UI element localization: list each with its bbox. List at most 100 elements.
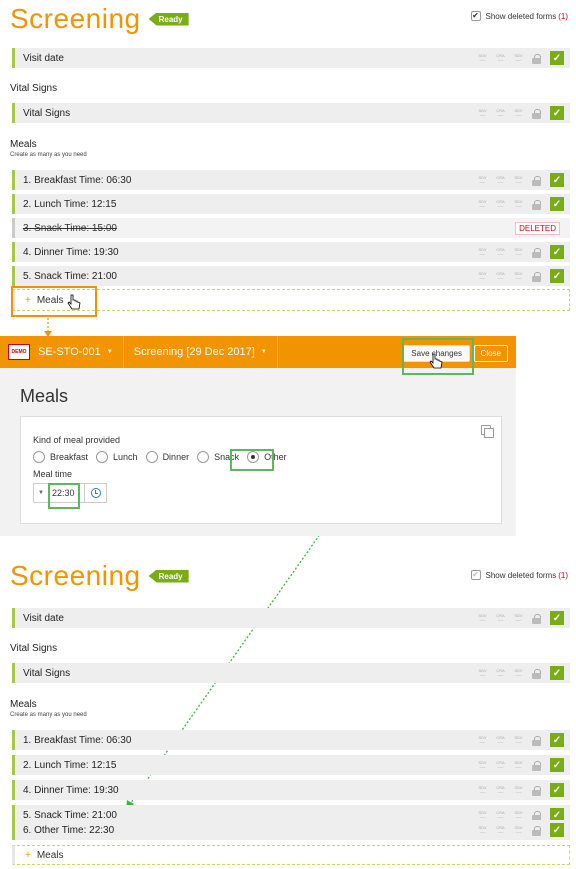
- lock-icon: [532, 810, 541, 821]
- form-row-meal-new[interactable]: 6. Other Time: 22:30 SDV ── CRA ── SDV ── ✓: [12, 820, 570, 840]
- check-icon: ✓: [550, 173, 564, 187]
- radio-circle-selected[interactable]: [247, 451, 260, 463]
- radio-label: Snack: [214, 452, 240, 462]
- lock-icon: [532, 53, 541, 64]
- row-label: 3. Snack Time: 15:00: [23, 222, 117, 234]
- section-vital-signs: Vital Signs: [10, 643, 58, 654]
- form-row-visit-date[interactable]: Visit date SDV ── CRA ── SDV ── ✓: [12, 608, 570, 628]
- radio-lunch[interactable]: Lunch: [96, 451, 138, 463]
- add-meal-row[interactable]: + Meals: [12, 845, 570, 865]
- form-row-meal[interactable]: 1. Breakfast Time: 06:30 SDV ── CRA ── SDV…: [12, 730, 570, 750]
- sdv-icon: SDV ──: [514, 271, 523, 281]
- check-icon: ✓: [550, 611, 564, 625]
- sdv-icon: SDV ──: [514, 825, 523, 835]
- row-label: 6. Other Time: 22:30: [23, 824, 115, 836]
- sdv-icon: SDV ──: [478, 668, 487, 678]
- sdv-icon: SDV ──: [478, 825, 487, 835]
- form-row-meal[interactable]: 4. Dinner Time: 19:30 SDV ── CRA ── SDV ── …: [12, 780, 570, 800]
- sdv-icon: SDV ──: [514, 760, 523, 770]
- top-title-row: Screening Ready: [10, 3, 189, 35]
- form-card: Kind of meal provided Breakfast Lunch Di…: [20, 416, 502, 524]
- show-deleted-label: Show deleted forms: [485, 570, 557, 580]
- plus-icon: +: [25, 294, 31, 306]
- radio-snack[interactable]: Snack: [197, 451, 239, 463]
- show-deleted-checkbox[interactable]: ✔: [470, 570, 481, 580]
- demo-badge: DEMO: [8, 344, 30, 360]
- check-icon: ✓: [550, 106, 564, 120]
- row-label: Vital Signs: [23, 107, 71, 119]
- lock-icon: [532, 271, 541, 282]
- form-row-vital-signs[interactable]: Vital Signs SDV ── CRA ── SDV ── ✓: [12, 103, 570, 123]
- sdv-icon: SDV ──: [514, 199, 523, 209]
- section-meals: Meals: [10, 699, 37, 710]
- cra-icon: CRA ──: [496, 175, 505, 185]
- radio-circle[interactable]: [145, 451, 158, 463]
- sdv-icon: SDV ──: [478, 785, 487, 795]
- sdv-icon: SDV ──: [478, 53, 487, 63]
- section-meals-subtitle: Create as many as you need: [10, 152, 87, 158]
- meal-time-label: Meal time: [33, 469, 73, 479]
- add-meal-row[interactable]: + Meals: [12, 289, 570, 311]
- form-row-meal-deleted[interactable]: 3. Snack Time: 15:00 DELETED: [12, 218, 570, 238]
- row-status-icons: SDV ── CRA ── SDV ── ✓: [478, 106, 564, 120]
- status-badge: Ready: [148, 12, 189, 26]
- check-icon: ✓: [550, 269, 564, 283]
- row-status-icons: SDV ── CRA ── SDV ── ✓: [478, 173, 564, 187]
- row-label: 5. Snack Time: 21:00: [23, 809, 117, 821]
- radio-other[interactable]: Other: [247, 451, 287, 463]
- hand-cursor-icon: [67, 294, 81, 310]
- form-row-meal[interactable]: 5. Snack Time: 21:00 SDV ── CRA ── SDV ── ✓: [12, 266, 570, 286]
- deleted-tag: DELETED: [515, 222, 560, 235]
- close-button[interactable]: Close: [473, 345, 508, 362]
- sdv-icon: SDV ──: [514, 735, 523, 745]
- sdv-icon: SDV ──: [514, 668, 523, 678]
- show-deleted-checkbox[interactable]: ✔: [470, 11, 481, 21]
- row-status-icons: SDV ── CRA ── SDV ── ✓: [478, 197, 564, 211]
- row-label: 4. Dinner Time: 19:30: [23, 246, 119, 258]
- radio-dinner[interactable]: Dinner: [145, 451, 189, 463]
- form-row-meal[interactable]: 4. Dinner Time: 19:30 SDV ── CRA ── SDV ── …: [12, 242, 570, 262]
- cra-icon: CRA ──: [496, 247, 505, 257]
- row-label: Visit date: [23, 612, 64, 624]
- clock-icon: [90, 488, 101, 498]
- cra-icon: CRA ──: [496, 825, 505, 835]
- show-deleted-toggle[interactable]: ✔ Show deleted forms (1): [470, 570, 568, 580]
- row-label: 1. Breakfast Time: 06:30: [23, 174, 132, 186]
- subject-label: SE-STO-001: [38, 346, 101, 358]
- form-row-meal[interactable]: 2. Lunch Time: 12:15 SDV ── CRA ── SDV ── ✓: [12, 194, 570, 214]
- form-row-meal[interactable]: 2. Lunch Time: 12:15 SDV ── CRA ── SDV ── ✓: [12, 755, 570, 775]
- cra-icon: CRA ──: [496, 760, 505, 770]
- section-meals-subtitle: Create as many as you need: [10, 712, 87, 718]
- copy-icon[interactable]: [481, 425, 494, 438]
- caret-down-icon: ▼: [260, 349, 267, 355]
- form-row-vital-signs[interactable]: Vital Signs SDV ── CRA ── SDV ── ✓: [12, 663, 570, 683]
- sdv-icon: SDV ──: [514, 247, 523, 257]
- radio-label: Other: [264, 452, 287, 462]
- row-status-icons: SDV ── CRA ── SDV ── ✓: [478, 666, 564, 680]
- radio-circle[interactable]: [33, 451, 45, 463]
- radio-circle[interactable]: [197, 451, 210, 463]
- cra-icon: CRA ──: [496, 735, 505, 745]
- check-icon: ✓: [550, 733, 564, 747]
- subject-dropdown[interactable]: SE-STO-001 ▼: [38, 336, 124, 368]
- row-label: 4. Dinner Time: 19:30: [23, 784, 119, 796]
- clock-button[interactable]: [84, 484, 106, 502]
- event-dropdown[interactable]: Screening [29 Dec 2017] ▼: [134, 336, 278, 368]
- radio-circle[interactable]: [96, 451, 109, 463]
- lock-icon: [532, 735, 541, 746]
- form-row-meal[interactable]: 1. Breakfast Time: 06:30 SDV ── CRA ── SDV…: [12, 170, 570, 190]
- meal-time-input[interactable]: 22:30: [48, 484, 84, 502]
- sdv-icon: SDV ──: [514, 175, 523, 185]
- lock-icon: [532, 785, 541, 796]
- page-title: Screening: [10, 3, 141, 34]
- check-icon: ✓: [550, 783, 564, 797]
- radio-label: Lunch: [113, 452, 138, 462]
- radio-breakfast[interactable]: Breakfast: [33, 451, 88, 463]
- check-icon: ✓: [550, 758, 564, 772]
- caret-down-icon[interactable]: ▼: [34, 484, 48, 502]
- sdv-icon: SDV ──: [478, 760, 487, 770]
- show-deleted-toggle[interactable]: ✔ Show deleted forms (1): [470, 11, 568, 21]
- form-row-visit-date[interactable]: Visit date SDV ── CRA ── SDV ── ✓: [12, 48, 570, 68]
- show-deleted-label: Show deleted forms: [485, 11, 557, 21]
- lock-icon: [532, 199, 541, 210]
